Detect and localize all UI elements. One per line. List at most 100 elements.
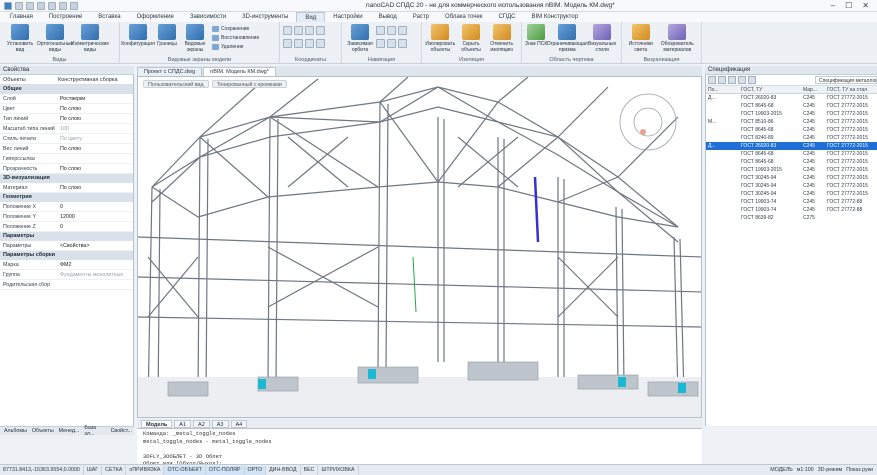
fly-icon[interactable] <box>387 39 396 48</box>
light-sources-button[interactable]: Источники света <box>625 24 657 53</box>
tab-view[interactable]: Вид <box>296 12 326 22</box>
property-row[interactable]: Слой Ростверки <box>0 94 133 104</box>
property-row[interactable]: Положение Z 0 <box>0 222 133 232</box>
pan-icon[interactable] <box>376 26 385 35</box>
property-row[interactable]: Родительская сбор <box>0 280 133 290</box>
spec-select-icon[interactable] <box>748 76 756 84</box>
materials-browser-button[interactable]: Обозреватель материалов <box>658 24 697 53</box>
tab-annotate[interactable]: Оформление <box>129 12 182 22</box>
restore-viewport-button[interactable]: Восстановление <box>212 34 259 41</box>
isolate-objects-button[interactable]: Изолировать объекты <box>425 24 456 53</box>
property-value[interactable]: <Свойства> <box>58 243 133 249</box>
hand-view-toggle[interactable]: Показ руки <box>846 467 873 473</box>
ucs-z-icon[interactable] <box>305 39 314 48</box>
status-toggle[interactable]: оПРИВЯЗКА <box>126 465 165 475</box>
status-toggle[interactable]: ШАГ <box>84 465 103 475</box>
property-value[interactable]: ФМ2 <box>58 262 133 268</box>
layout-tab-a4[interactable]: A4 <box>230 419 248 428</box>
tab-insert[interactable]: Вставка <box>90 12 128 22</box>
properties-object-selector[interactable]: Объекты Конструктивная сборка <box>0 75 133 85</box>
model-space-label[interactable]: МОДЕЛЬ <box>770 467 793 473</box>
property-value[interactable]: По слою <box>58 166 133 172</box>
property-row[interactable]: Вес линий По слою <box>0 144 133 154</box>
orthogonal-views-button[interactable]: Ортогональные виды <box>37 24 73 53</box>
spec-settings-icon[interactable] <box>738 76 746 84</box>
tab-build[interactable]: Построение <box>41 12 90 22</box>
tab-home[interactable]: Главная <box>2 12 41 22</box>
ucs-icon[interactable] <box>283 26 292 35</box>
zoom-extents-icon[interactable] <box>398 26 407 35</box>
ucs-x-icon[interactable] <box>283 39 292 48</box>
spec-table-row[interactable]: Д... ГОСТ 26020-83 С245 ГОСТ 27772-2015 <box>706 142 877 150</box>
new-file-icon[interactable] <box>15 1 23 10</box>
annotation-scale[interactable]: м1:100 <box>797 467 814 473</box>
property-row[interactable]: Масштаб типа линий 100 <box>0 124 133 134</box>
property-row[interactable]: Гиперссылка <box>0 154 133 164</box>
property-value[interactable]: По слою <box>58 185 133 191</box>
property-value[interactable]: По слою <box>58 116 133 122</box>
tab-albums[interactable]: Альбомы <box>2 428 29 434</box>
tab-constraints[interactable]: Зависимости <box>182 12 234 22</box>
end-isolation-button[interactable]: Отменить изоляцию <box>486 24 517 53</box>
property-row[interactable]: Положение X 0 <box>0 202 133 212</box>
status-toggle[interactable]: ОТС-ОБЪЕКТ <box>164 465 206 475</box>
layout-tab-a1[interactable]: A1 <box>174 419 192 428</box>
spec-table-row[interactable]: ГОСТ 8240-89 С245 ГОСТ 27772-2015 <box>706 134 877 142</box>
spec-table-row[interactable]: М... ГОСТ 8510-86 С245 ГОСТ 27772-2015 <box>706 118 877 126</box>
tab-database[interactable]: База эл... <box>82 425 107 437</box>
3d-mode-toggle[interactable]: 3D-режим <box>818 467 843 473</box>
free-orbit-icon[interactable] <box>398 39 407 48</box>
close-icon[interactable]: ✕ <box>862 1 869 10</box>
status-toggle[interactable]: СЕТКА <box>102 465 127 475</box>
property-row[interactable]: Положение Y 12000 <box>0 212 133 222</box>
borders-button[interactable]: Границы <box>154 24 180 47</box>
property-row[interactable]: Цвет По слою <box>0 104 133 114</box>
property-value[interactable]: По слою <box>58 106 133 112</box>
property-row[interactable]: Прозрачность По слою <box>0 164 133 174</box>
spec-table-row[interactable]: ГОСТ 19903-2015 С245 ГОСТ 27772-2015 <box>706 110 877 118</box>
property-value[interactable]: 12000 <box>58 214 133 220</box>
visual-style-selector[interactable]: Тонированный с кромками <box>211 80 287 88</box>
layout-tab-a3[interactable]: A3 <box>211 419 229 428</box>
model-viewport[interactable] <box>137 76 702 418</box>
property-section-header[interactable]: Параметры сборки <box>0 251 133 260</box>
save-viewport-button[interactable]: Сохранение <box>212 25 259 32</box>
spec-table-row[interactable]: ГОСТ 30245-94 С245 ГОСТ 27772-2015 <box>706 174 877 182</box>
visual-styles-button[interactable]: Визуальные стили <box>587 24 617 53</box>
ucs-origin-icon[interactable] <box>316 26 325 35</box>
ucs-world-icon[interactable] <box>294 26 303 35</box>
hide-objects-button[interactable]: Скрыть объекты <box>457 24 486 53</box>
configuration-button[interactable]: Конфигурация <box>121 24 155 47</box>
doc-tab-project[interactable]: Проект с СПДС.dwg <box>137 67 203 76</box>
property-value[interactable]: 0 <box>58 224 133 230</box>
property-section-header[interactable]: Геометрия <box>0 193 133 202</box>
spec-export-icon[interactable] <box>728 76 736 84</box>
status-toggle[interactable]: ШТРИХОВКА <box>318 465 359 475</box>
delete-viewport-button[interactable]: Удаление <box>212 43 259 50</box>
property-section-header[interactable]: 3D-визуализация <box>0 174 133 183</box>
tab-3d-tools[interactable]: 3D-инструменты <box>234 12 296 22</box>
spec-table-row[interactable]: ГОСТ 30245-94 С245 ГОСТ 27772-2015 <box>706 182 877 190</box>
tab-objects[interactable]: Объекты <box>30 428 56 434</box>
property-row[interactable]: Стиль печати По цвету <box>0 134 133 144</box>
property-value[interactable]: 100 <box>58 126 133 132</box>
status-toggle[interactable]: ОРТО <box>244 465 267 475</box>
tab-point-clouds[interactable]: Облака точек <box>437 12 490 22</box>
doc-tab-model[interactable]: nBIM. Модель КМ.dwg* <box>203 67 276 76</box>
status-toggle[interactable]: ДИН-ВВОД <box>266 465 301 475</box>
bounding-prism-button[interactable]: Ограничивающая призма <box>547 24 588 53</box>
walk-icon[interactable] <box>376 39 385 48</box>
app-menu-icon[interactable] <box>4 1 12 10</box>
tab-output[interactable]: Вывод <box>371 12 405 22</box>
property-value[interactable]: 0 <box>58 204 133 210</box>
constrained-orbit-button[interactable]: Зависимая орбита <box>345 24 375 53</box>
property-row[interactable]: Материал По слою <box>0 183 133 193</box>
property-value[interactable]: По цвету <box>58 136 133 142</box>
spec-table-row[interactable]: ГОСТ 19903-2015 С245 ГОСТ 27772-2015 <box>706 166 877 174</box>
zoom-icon[interactable] <box>387 26 396 35</box>
spec-table-row[interactable]: ГОСТ 8645-68 С245 ГОСТ 27772-2015 <box>706 158 877 166</box>
spec-refresh-icon[interactable] <box>708 76 716 84</box>
property-row[interactable]: Параметры <Свойства> <box>0 241 133 251</box>
tab-settings[interactable]: Настройки <box>325 12 370 22</box>
tab-properties[interactable]: Свойст... <box>109 428 134 434</box>
